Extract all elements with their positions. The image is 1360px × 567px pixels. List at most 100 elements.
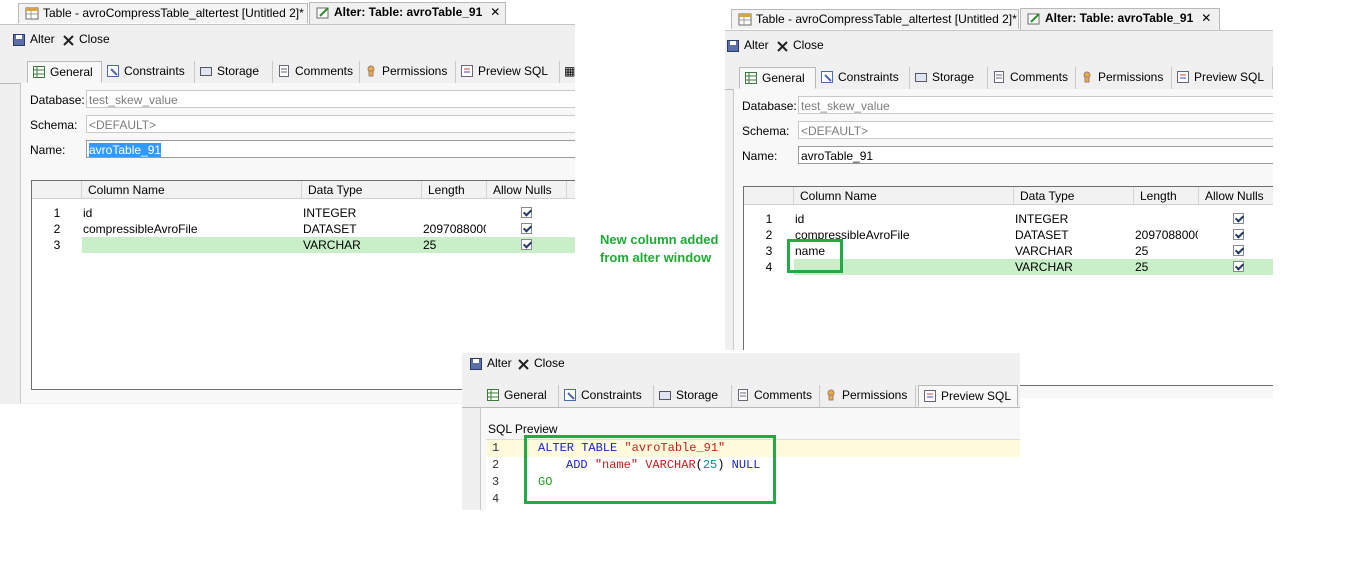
header-allow-nulls[interactable]: Allow Nulls: [1199, 187, 1273, 204]
table-row-new[interactable]: 3 VARCHAR 25: [54, 237, 575, 253]
grid-header: Column Name Data Type Length Allow Nulls: [744, 187, 1273, 205]
data-type-cell[interactable]: VARCHAR: [302, 237, 420, 253]
header-length[interactable]: Length: [422, 181, 487, 198]
table-row[interactable]: 1 id INTEGER: [744, 211, 1273, 227]
close-label: Close: [793, 38, 824, 52]
header-data-type[interactable]: Data Type: [1014, 187, 1134, 204]
tab-overflow[interactable]: ▦: [560, 61, 575, 83]
tab-preview-sql[interactable]: Preview SQL: [1172, 67, 1273, 89]
length-cell[interactable]: 25: [422, 237, 486, 253]
tab-storage[interactable]: Storage: [654, 385, 732, 407]
length-cell[interactable]: [422, 205, 486, 221]
data-type-cell[interactable]: DATASET: [1014, 227, 1132, 243]
tab-comments[interactable]: Comments: [273, 61, 360, 83]
data-type-cell[interactable]: INTEGER: [1014, 211, 1132, 227]
close-tab-icon[interactable]: ✕: [490, 5, 500, 19]
length-cell[interactable]: 25: [1134, 243, 1198, 259]
tab-general[interactable]: General: [739, 67, 816, 89]
edit-table-icon: [1027, 12, 1041, 28]
alter-button[interactable]: Alter: [470, 356, 512, 373]
save-icon: [727, 40, 739, 55]
close-tab-icon[interactable]: ✕: [1201, 11, 1211, 25]
tab-comments[interactable]: Comments: [732, 385, 820, 407]
allow-nulls-checkbox[interactable]: [1233, 213, 1244, 224]
alter-button[interactable]: Alter: [13, 32, 55, 49]
data-type-cell[interactable]: DATASET: [302, 221, 420, 237]
header-allow-nulls[interactable]: Allow Nulls: [487, 181, 567, 198]
tab-comments[interactable]: Comments: [988, 67, 1076, 89]
allow-nulls-checkbox[interactable]: [521, 207, 532, 218]
tab-permissions[interactable]: Permissions: [820, 385, 916, 407]
tab-general[interactable]: General: [482, 385, 559, 407]
allow-nulls-checkbox[interactable]: [521, 223, 532, 234]
column-name-cell[interactable]: compressibleAvroFile: [82, 221, 300, 237]
table-icon: [738, 13, 752, 29]
database-field[interactable]: test_skew_value: [86, 90, 575, 108]
constraints-icon: [107, 65, 119, 77]
header-data-type[interactable]: Data Type: [302, 181, 422, 198]
data-type-cell[interactable]: VARCHAR: [1014, 259, 1132, 275]
column-name-cell[interactable]: id: [794, 211, 1012, 227]
data-type-cell[interactable]: INTEGER: [302, 205, 420, 221]
schema-field[interactable]: <DEFAULT>: [86, 115, 575, 133]
length-cell[interactable]: 2097088000: [1134, 227, 1198, 243]
close-button[interactable]: Close: [518, 356, 565, 373]
tab-preview-sql[interactable]: Preview SQL: [918, 385, 1018, 407]
schema-field[interactable]: <DEFAULT>: [798, 121, 1273, 139]
length-cell[interactable]: [1134, 211, 1198, 227]
editor-tab-alter[interactable]: Alter: Table: avroTable_91 ✕: [309, 2, 506, 24]
close-label: Close: [534, 356, 565, 370]
editor-tab-table[interactable]: Table - avroCompressTable_altertest [Unt…: [731, 9, 1019, 29]
table-row-new[interactable]: 4 VARCHAR 25: [766, 259, 1273, 275]
length-cell[interactable]: 25: [1134, 259, 1198, 275]
permissions-icon: [365, 65, 377, 77]
tab-comments-label: Comments: [754, 388, 813, 402]
close-button[interactable]: Close: [63, 32, 110, 49]
tab-preview-sql[interactable]: Preview SQL: [456, 61, 560, 83]
close-button[interactable]: Close: [777, 38, 824, 55]
tab-storage-label: Storage: [676, 388, 719, 402]
tab-permissions[interactable]: Permissions: [1076, 67, 1172, 89]
column-name-cell[interactable]: [82, 237, 300, 253]
allow-nulls-checkbox[interactable]: [521, 239, 532, 250]
alter-label: Alter: [487, 356, 512, 370]
table-row[interactable]: 1 id INTEGER: [32, 205, 575, 221]
storage-icon: [200, 65, 212, 77]
constraints-icon: [821, 71, 833, 83]
name-field[interactable]: avroTable_91: [798, 146, 1273, 164]
tab-general[interactable]: General: [27, 61, 102, 83]
permissions-icon: [1081, 71, 1093, 83]
header-column-name[interactable]: Column Name: [794, 187, 1014, 204]
table-row[interactable]: 2 compressibleAvroFile DATASET 209708800…: [32, 221, 575, 237]
tab-constraints[interactable]: Constraints: [816, 67, 910, 89]
editor-tab-table[interactable]: Table - avroCompressTable_altertest [Unt…: [18, 3, 308, 23]
allow-nulls-checkbox[interactable]: [1233, 261, 1244, 272]
annotation-note: New column added from alter window: [600, 231, 718, 267]
header-row-number: [32, 181, 82, 198]
tab-constraints[interactable]: Constraints: [102, 61, 195, 83]
header-column-name[interactable]: Column Name: [82, 181, 302, 198]
data-type-cell[interactable]: VARCHAR: [1014, 243, 1132, 259]
length-cell[interactable]: 2097088000: [422, 221, 486, 237]
tab-constraints[interactable]: Constraints: [559, 385, 654, 407]
tab-permissions-label: Permissions: [382, 64, 448, 78]
name-field[interactable]: avroTable_91: [86, 140, 575, 158]
alter-button[interactable]: Alter: [727, 38, 769, 55]
database-field[interactable]: test_skew_value: [798, 96, 1273, 114]
header-length[interactable]: Length: [1134, 187, 1199, 204]
tab-storage-label: Storage: [217, 64, 260, 78]
preview-sql-icon: [924, 390, 936, 402]
tab-storage[interactable]: Storage: [910, 67, 988, 89]
general-icon: [33, 66, 45, 78]
close-icon: [777, 41, 788, 55]
column-name-cell[interactable]: id: [82, 205, 300, 221]
tab-storage[interactable]: Storage: [195, 61, 273, 83]
allow-nulls-checkbox[interactable]: [1233, 229, 1244, 240]
allow-nulls-checkbox[interactable]: [1233, 245, 1244, 256]
line-number: 4: [492, 492, 500, 506]
row-number: 2: [53, 222, 61, 236]
tab-permissions[interactable]: Permissions: [360, 61, 456, 83]
editor-tab-alter[interactable]: Alter: Table: avroTable_91 ✕: [1020, 8, 1220, 30]
save-icon: [13, 34, 25, 49]
tab-preview-sql-label: Preview SQL: [1194, 70, 1265, 84]
